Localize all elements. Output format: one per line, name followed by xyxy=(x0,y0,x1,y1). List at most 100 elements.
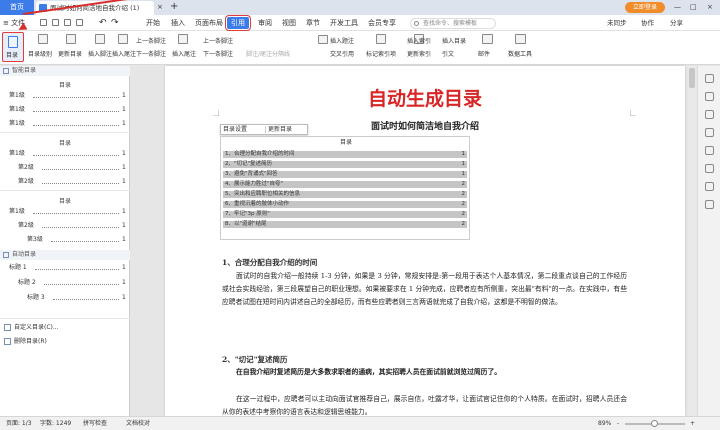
mark-index-icon xyxy=(376,34,386,44)
delete-toc-icon xyxy=(4,338,11,345)
footnote-separator-button[interactable]: 脚注/尾注分隔线 xyxy=(246,51,290,59)
sidebar-history-icon[interactable] xyxy=(705,182,714,191)
spell-check-toggle[interactable]: 拼写检查 xyxy=(83,417,107,430)
menu-tab-start[interactable]: 开始 xyxy=(146,15,160,31)
undo-icon[interactable]: ↶ xyxy=(99,15,107,31)
word-count[interactable]: 字数: 1249 xyxy=(40,417,71,430)
mark-index-button[interactable]: 标记索引项 xyxy=(366,51,396,59)
sidebar-adjust-icon[interactable] xyxy=(705,110,714,119)
zoom-in-button[interactable]: + xyxy=(690,417,695,430)
print-preview-icon[interactable] xyxy=(76,19,83,26)
proofread-toggle[interactable]: 文档校对 xyxy=(126,417,150,430)
mail-button[interactable]: 邮件 xyxy=(478,51,490,59)
sidebar-select-icon[interactable] xyxy=(705,74,714,83)
print-icon[interactable] xyxy=(64,19,71,26)
delete-toc-item[interactable]: 删除目录(R) xyxy=(4,337,47,346)
status-bar: 页面: 1/3 字数: 1249 拼写检查 文档校对 89% - + xyxy=(0,416,720,430)
update-index-button[interactable]: 更新索引 xyxy=(407,51,431,59)
insert-footnote-button[interactable]: 插入脚注 xyxy=(88,51,112,59)
toc-entry[interactable]: 5、突出和应聘职位相关的信息 2 xyxy=(223,191,467,198)
panel-divider xyxy=(0,190,130,191)
body-paragraph-3: 在这一过程中，应聘者可以主动向面试官推荐自己，展示自信，吐露才华，让面试官记住你… xyxy=(222,395,627,416)
toc-entry[interactable]: 1、合理分配自我介绍的时间 1 xyxy=(223,151,467,158)
scrollbar-thumb[interactable] xyxy=(689,68,695,88)
prev-footnote-button[interactable]: 上一条脚注 xyxy=(136,38,166,46)
command-search-input[interactable]: 查找命令、搜索模板 xyxy=(410,18,496,29)
data-tools-button[interactable]: 数据工具 xyxy=(508,51,532,59)
toc-entry[interactable]: 7、牢记"3p 原则" 2 xyxy=(223,211,467,218)
toc-field[interactable]: 目录 1、合理分配自我介绍的时间 1 2、"切记"复述简历 1 3、避免"背诵式"回… xyxy=(220,136,470,240)
update-toc-button[interactable]: 更新目录 xyxy=(58,51,82,59)
menu-tab-insert[interactable]: 插入 xyxy=(171,15,185,31)
auto-toc-section: 自动目录 xyxy=(0,250,130,260)
close-tab-icon[interactable]: × xyxy=(157,2,163,13)
toc-level-button[interactable]: 目录级别 xyxy=(28,51,52,59)
minimize-icon[interactable]: — xyxy=(674,1,681,14)
maximize-icon[interactable]: □ xyxy=(690,1,697,14)
redo-icon[interactable]: ↷ xyxy=(111,15,119,31)
sidebar-format-icon[interactable] xyxy=(705,92,714,101)
zoom-out-button[interactable]: - xyxy=(617,417,619,430)
body-paragraph-2: 在自我介绍时复述简历是大多数求职者的通病，其实招聘人员在面试前就浏览过简历了。 xyxy=(236,368,502,376)
cross-reference-button[interactable]: 交叉引用 xyxy=(330,51,354,59)
insert-endnote-button-2[interactable]: 插入尾注 xyxy=(172,51,196,59)
zoom-level[interactable]: 89% xyxy=(598,417,611,430)
login-button[interactable]: 立即登录 xyxy=(625,2,665,13)
citation-button[interactable]: 引文 xyxy=(442,51,454,59)
custom-toc-icon xyxy=(4,324,11,331)
menu-tab-layout[interactable]: 页面布局 xyxy=(195,15,223,31)
mail-icon xyxy=(482,34,493,44)
sidebar-tools-icon[interactable] xyxy=(705,146,714,155)
sidebar-lock-icon[interactable] xyxy=(705,164,714,173)
share-button[interactable]: 分享 xyxy=(670,15,683,31)
toc-entry[interactable]: 6、重视沉着的肢体小动作 2 xyxy=(223,201,467,208)
new-tab-icon[interactable]: + xyxy=(170,1,178,13)
menu-tab-chapter[interactable]: 章节 xyxy=(306,15,320,31)
menu-tab-view[interactable]: 视图 xyxy=(282,15,296,31)
vertical-scrollbar[interactable] xyxy=(688,66,696,416)
toc-style-line: 第1级 1 xyxy=(9,106,126,113)
toc-entry[interactable]: 3、避免"背诵式"回答 1 xyxy=(223,171,467,178)
ribbon-toolbar: 目录 目录级别 更新目录 插入脚注 插入尾注 上一条脚注 下一条脚注 插入尾注 … xyxy=(0,31,720,65)
toc-style-line: 第2级 1 xyxy=(18,178,126,185)
toc-style-line: 第2级 1 xyxy=(18,164,126,171)
toc-entry[interactable]: 8、以"道谢"结尾 2 xyxy=(223,221,467,228)
menu-tab-developer[interactable]: 开发工具 xyxy=(330,15,358,31)
toc-button-highlight[interactable]: 目录 xyxy=(2,32,24,62)
prev-footnote-button-2[interactable]: 上一条脚注 xyxy=(203,38,233,46)
builtin-toc-label: 智能目录 xyxy=(12,67,37,74)
panel-divider xyxy=(0,132,130,133)
toc-style-line: 第3级 1 xyxy=(27,236,126,243)
toc-context-toolbar: 目录设置 更新目录 xyxy=(220,124,308,135)
toc-style-line: 第1级 1 xyxy=(9,208,126,215)
insert-endnote-button[interactable]: 插入尾注 xyxy=(112,51,136,59)
insert-index-button[interactable]: 插入索引 xyxy=(407,38,431,46)
export-pdf-icon[interactable] xyxy=(52,19,59,26)
toc-entry[interactable]: 2、"切记"复述简历 1 xyxy=(223,161,467,168)
sync-status[interactable]: 未同步 xyxy=(607,15,627,31)
sidebar-more-icon[interactable] xyxy=(705,200,714,209)
toc-settings-button[interactable]: 目录设置 xyxy=(223,125,247,134)
custom-toc-item[interactable]: 自定义目录(C)... xyxy=(4,323,59,332)
insert-caption-button[interactable]: 插入题注 xyxy=(330,38,354,46)
menu-tab-review[interactable]: 审阅 xyxy=(258,15,272,31)
section-heading-2: 2、"切记"复述简历 xyxy=(222,355,288,364)
collab-button[interactable]: 协作 xyxy=(641,15,654,31)
zoom-slider-handle[interactable] xyxy=(651,420,658,427)
menu-tab-member[interactable]: 会员专享 xyxy=(368,15,396,31)
toc-entry[interactable]: 4、展示能力胜过"自夸" 2 xyxy=(223,181,467,188)
update-toc-inline-button[interactable]: 更新目录 xyxy=(268,125,292,134)
auto-toc-line: 标题 31 xyxy=(27,294,126,301)
page-indicator[interactable]: 页面: 1/3 xyxy=(6,417,32,430)
auto-toc-line: 标题 21 xyxy=(18,279,126,286)
menu-tab-references[interactable]: 引用 xyxy=(225,15,251,31)
search-icon xyxy=(414,21,419,26)
save-icon[interactable] xyxy=(40,19,47,26)
insert-toa-button[interactable]: 插入目录 xyxy=(442,38,466,46)
sidebar-shapes-icon[interactable] xyxy=(705,128,714,137)
close-window-icon[interactable]: × xyxy=(707,1,713,14)
search-placeholder: 查找命令、搜索模板 xyxy=(423,20,478,27)
document-page[interactable]: 自动生成目录 面试时如何简洁地自我介绍 目录设置 更新目录 目录 1、合理分配自… xyxy=(165,66,685,416)
next-footnote-button[interactable]: 下一条脚注 xyxy=(136,51,166,59)
next-footnote-button-2[interactable]: 下一条脚注 xyxy=(203,51,233,59)
